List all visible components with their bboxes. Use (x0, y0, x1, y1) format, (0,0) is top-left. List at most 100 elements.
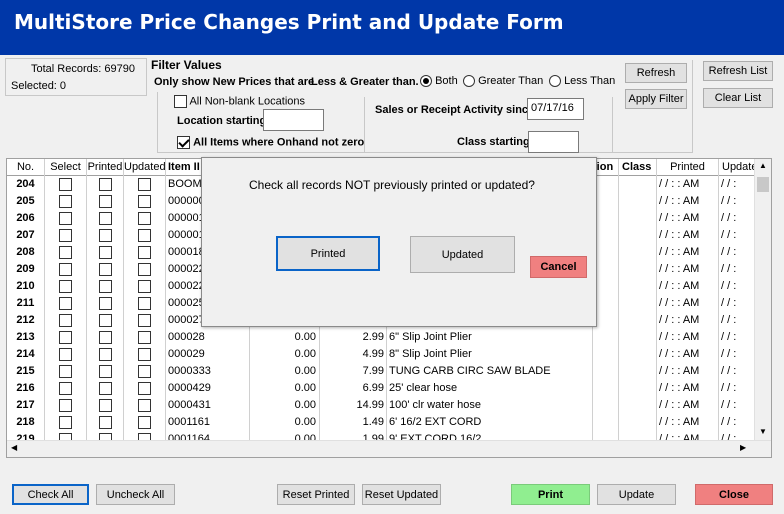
clear-list-button[interactable]: Clear List (703, 88, 773, 108)
row-printed-checkbox[interactable] (98, 365, 112, 379)
row-printed-checkbox[interactable] (98, 280, 112, 294)
onhand-not-zero-checkbox[interactable]: All Items where Onhand not zero (177, 136, 364, 149)
row-new-cell: 2.99 (320, 329, 387, 346)
row-select-checkbox[interactable] (59, 416, 72, 430)
row-select-checkbox[interactable] (59, 263, 72, 277)
row-printed-cell: / / : : AM (657, 414, 719, 431)
row-printed-cell: / / : : AM (657, 295, 719, 312)
activity-since-input[interactable]: 07/17/16 (527, 98, 584, 120)
row-printed-checkbox[interactable] (98, 348, 112, 362)
row-updated-checkbox[interactable] (138, 280, 151, 294)
uncheck-all-button[interactable]: Uncheck All (96, 484, 175, 505)
row-select-checkbox[interactable] (59, 348, 72, 362)
apply-filter-button[interactable]: Apply Filter (625, 89, 687, 109)
row-select-checkbox[interactable] (59, 212, 72, 226)
row-updated-checkbox[interactable] (138, 348, 151, 362)
row-updated-checkbox[interactable] (138, 212, 151, 226)
table-row[interactable]: 218 0001161 0.00 1.49 6' 16/2 EXT CORD / / : … (7, 414, 755, 431)
filter-heading: Filter Values (151, 58, 222, 72)
row-select-checkbox[interactable] (59, 195, 72, 209)
table-row[interactable]: 217 0000431 0.00 14.99 100' clr water hose / … (7, 397, 755, 414)
row-updated-checkbox[interactable] (138, 331, 151, 345)
scroll-up-arrow[interactable]: ▲ (759, 161, 767, 170)
row-updated-checkbox[interactable] (138, 246, 151, 260)
col-header-printed-date[interactable]: Printed (657, 159, 719, 176)
row-select-checkbox[interactable] (59, 365, 72, 379)
onhand-checkbox-box[interactable] (177, 136, 190, 149)
scroll-thumb[interactable] (757, 177, 769, 192)
update-button[interactable]: Update (597, 484, 676, 505)
radio-greater-indicator[interactable] (463, 75, 475, 88)
table-row[interactable]: 216 0000429 0.00 6.99 25' clear hose / / : : … (7, 380, 755, 397)
class-starting-input[interactable] (528, 131, 579, 153)
radio-less-than[interactable]: Less Than (549, 75, 615, 88)
row-updated-checkbox[interactable] (138, 178, 151, 192)
col-header-no[interactable]: No. (7, 159, 45, 176)
grid-horizontal-scrollbar[interactable]: ◀ ▶ (7, 440, 771, 457)
col-header-select[interactable]: Select (45, 159, 87, 176)
table-row[interactable]: 215 0000333 0.00 7.99 TUNG CARB CIRC SAW BLA… (7, 363, 755, 380)
row-printed-checkbox[interactable] (98, 263, 112, 277)
class-starting-label: Class starting (457, 136, 530, 148)
radio-both[interactable]: Both (420, 75, 458, 88)
row-updated-checkbox[interactable] (138, 297, 151, 311)
row-printed-checkbox[interactable] (98, 195, 112, 209)
radio-less-indicator[interactable] (549, 75, 561, 88)
row-select-checkbox[interactable] (59, 314, 72, 328)
all-nonblank-locations-checkbox[interactable]: All Non-blank Locations (174, 95, 305, 108)
check-all-button[interactable]: Check All (12, 484, 89, 505)
row-no-cell: 207 (7, 227, 45, 244)
dialog-updated-button[interactable]: Updated (410, 236, 515, 273)
col-header-class[interactable]: Class (619, 159, 657, 176)
row-printed-checkbox[interactable] (98, 297, 112, 311)
row-updated-checkbox[interactable] (138, 382, 151, 396)
scroll-right-arrow[interactable]: ▶ (740, 443, 746, 452)
row-select-checkbox[interactable] (59, 382, 72, 396)
row-select-checkbox[interactable] (59, 297, 72, 311)
all-nonblank-checkbox-box[interactable] (174, 95, 187, 108)
close-button[interactable]: Close (695, 484, 773, 505)
row-select-checkbox[interactable] (59, 399, 72, 413)
row-updated-checkbox[interactable] (138, 416, 151, 430)
reset-updated-button[interactable]: Reset Updated (362, 484, 441, 505)
row-select-checkbox[interactable] (59, 246, 72, 260)
row-printed-checkbox[interactable] (98, 229, 112, 243)
print-button[interactable]: Print (511, 484, 590, 505)
row-printed-checkbox[interactable] (98, 416, 112, 430)
row-updated-checkbox[interactable] (138, 263, 151, 277)
row-updated-checkbox[interactable] (138, 195, 151, 209)
radio-greater-than[interactable]: Greater Than (463, 75, 543, 88)
radio-both-indicator[interactable] (420, 75, 432, 88)
row-printed-checkbox[interactable] (98, 212, 112, 226)
row-updated-checkbox[interactable] (138, 229, 151, 243)
col-header-item[interactable]: Item II (166, 159, 206, 176)
row-printed-checkbox[interactable] (98, 246, 112, 260)
row-select-checkbox[interactable] (59, 229, 72, 243)
row-select-checkbox[interactable] (59, 331, 72, 345)
row-new-cell: 14.99 (320, 397, 387, 414)
table-row[interactable]: 213 000028 0.00 2.99 6" Slip Joint Plier / / … (7, 329, 755, 346)
row-printed-checkbox[interactable] (98, 314, 112, 328)
row-printed-checkbox[interactable] (98, 399, 112, 413)
table-row[interactable]: 214 000029 0.00 4.99 8" Slip Joint Plier / / … (7, 346, 755, 363)
row-printed-checkbox[interactable] (98, 331, 112, 345)
scroll-down-arrow[interactable]: ▼ (759, 427, 767, 436)
refresh-list-button[interactable]: Refresh List (703, 61, 773, 81)
refresh-button[interactable]: Refresh (625, 63, 687, 83)
scroll-left-arrow[interactable]: ◀ (11, 443, 17, 452)
row-updated-checkbox[interactable] (138, 399, 151, 413)
col-header-printed[interactable]: Printed (87, 159, 124, 176)
row-updated-checkbox[interactable] (138, 314, 151, 328)
dialog-cancel-button[interactable]: Cancel (530, 256, 587, 278)
row-printed-checkbox[interactable] (98, 382, 112, 396)
reset-printed-button[interactable]: Reset Printed (277, 484, 355, 505)
location-starting-input[interactable] (263, 109, 324, 131)
grid-vertical-scrollbar[interactable]: ▲ ▼ (754, 159, 771, 457)
row-printed-checkbox[interactable] (98, 178, 112, 192)
row-select-checkbox[interactable] (59, 178, 72, 192)
dialog-printed-button[interactable]: Printed (276, 236, 380, 271)
row-updated-checkbox[interactable] (138, 365, 151, 379)
col-header-updated-date[interactable]: Update (719, 159, 755, 176)
col-header-updated[interactable]: Updated (124, 159, 166, 176)
row-select-checkbox[interactable] (59, 280, 72, 294)
